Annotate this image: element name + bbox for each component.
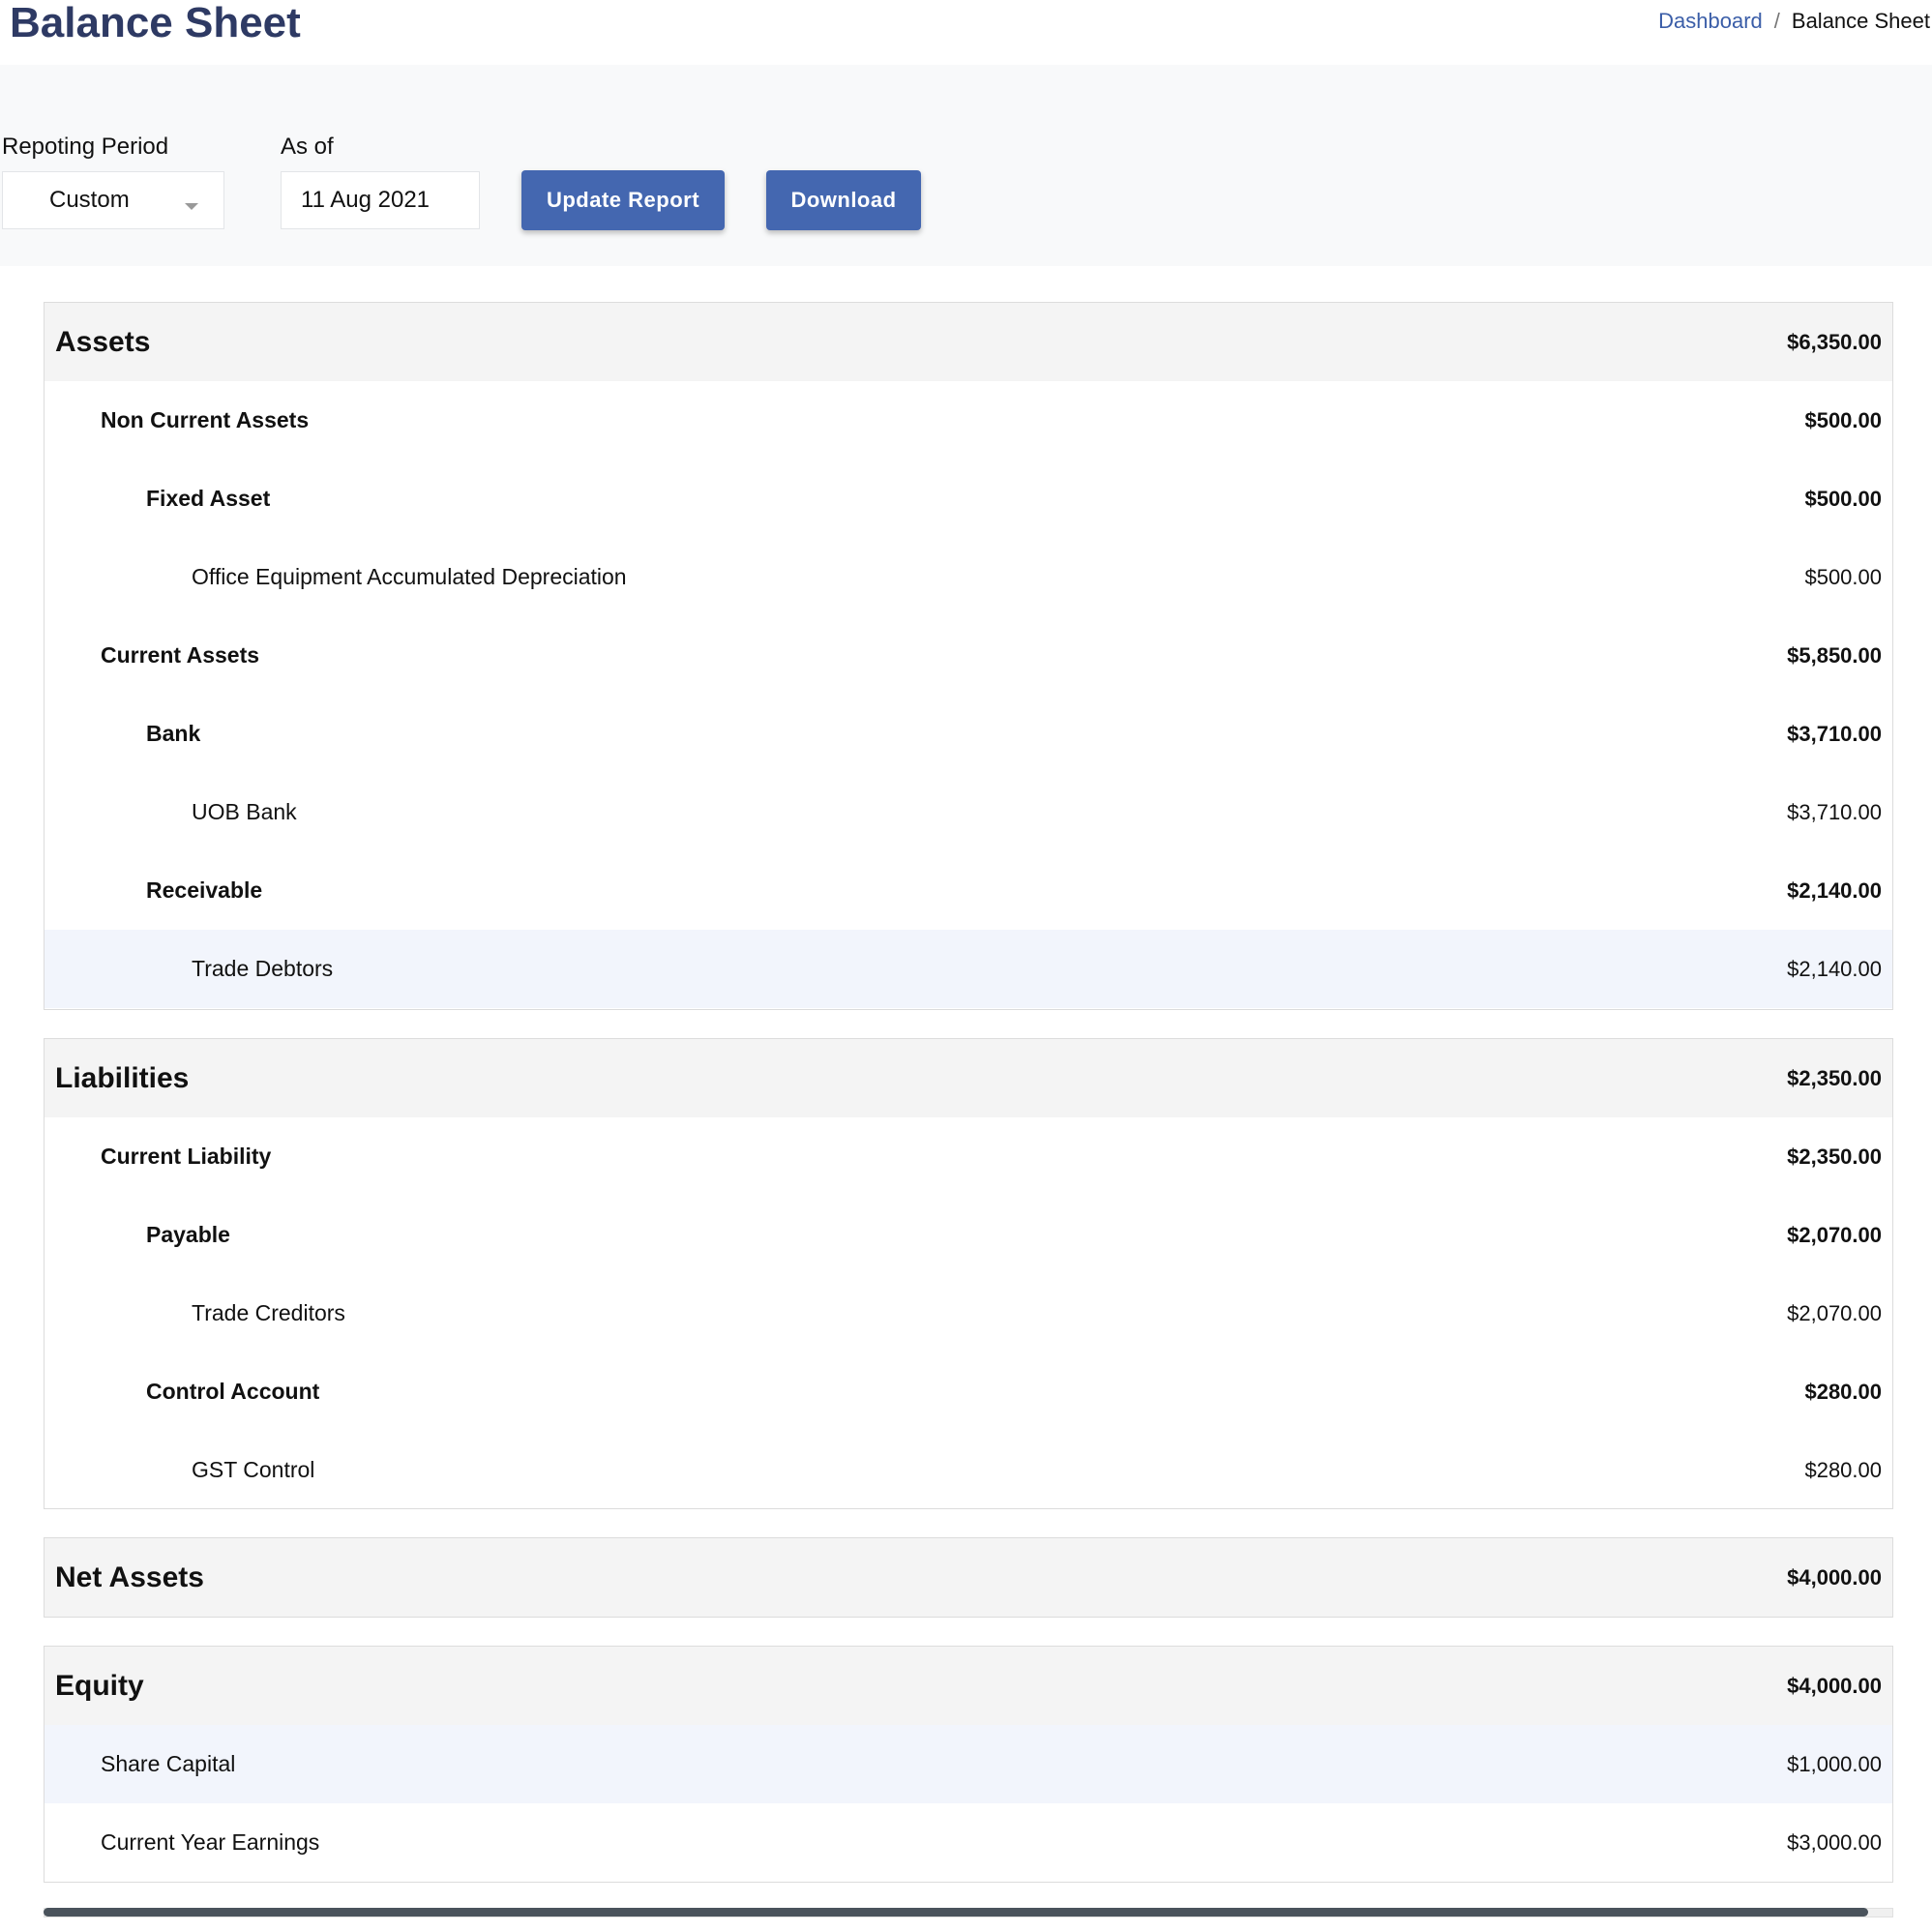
horizontal-scrollbar-thumb[interactable]	[44, 1908, 1868, 1917]
row-label: Fixed Asset	[146, 486, 271, 511]
row-amount: $500.00	[1804, 565, 1882, 589]
section-total: $6,350.00	[1787, 330, 1882, 354]
row-label: Non Current Assets	[101, 407, 310, 432]
row-label: Share Capital	[101, 1751, 236, 1776]
section-total: $2,350.00	[1787, 1066, 1882, 1090]
liabilities-section: Liabilities $2,350.00 Current Liability …	[44, 1038, 1893, 1509]
row-amount: $2,140.00	[1787, 878, 1882, 903]
row-amount: $280.00	[1804, 1380, 1882, 1404]
row-label: Current Liability	[101, 1144, 272, 1169]
assets-header-row: Assets $6,350.00	[45, 303, 1892, 381]
row-amount: $2,350.00	[1787, 1144, 1882, 1169]
row-amount: $2,140.00	[1787, 957, 1882, 981]
equity-header-row: Equity $4,000.00	[45, 1647, 1892, 1725]
table-row[interactable]: Non Current Assets $500.00	[45, 381, 1892, 460]
filter-bar: Repoting Period Custom As of 11 Aug 2021…	[0, 65, 1932, 266]
table-row[interactable]: Control Account $280.00	[45, 1352, 1892, 1431]
net-assets-header-row: Net Assets $4,000.00	[45, 1538, 1892, 1617]
net-assets-section: Net Assets $4,000.00	[44, 1537, 1893, 1618]
row-amount: $5,850.00	[1787, 643, 1882, 668]
table-row[interactable]: Share Capital $1,000.00	[45, 1725, 1892, 1803]
row-label: GST Control	[192, 1457, 315, 1482]
table-row[interactable]: GST Control $280.00	[45, 1431, 1892, 1509]
row-label: UOB Bank	[192, 799, 297, 824]
section-total: $4,000.00	[1787, 1565, 1882, 1590]
row-amount: $3,710.00	[1787, 722, 1882, 746]
breadcrumb: Dashboard / Balance Sheet	[1658, 8, 1930, 35]
page-header: Balance Sheet Dashboard / Balance Sheet	[0, 0, 1932, 65]
row-amount: $500.00	[1804, 408, 1882, 432]
as-of-date-value: 11 Aug 2021	[301, 187, 431, 213]
row-label: Trade Creditors	[192, 1300, 345, 1325]
section-title: Assets	[55, 326, 151, 358]
row-label: Current Year Earnings	[101, 1829, 320, 1855]
row-label: Office Equipment Accumulated Depreciatio…	[192, 564, 627, 589]
row-amount: $500.00	[1804, 487, 1882, 511]
row-label: Payable	[146, 1222, 230, 1247]
row-amount: $280.00	[1804, 1458, 1882, 1482]
row-amount: $3,710.00	[1787, 800, 1882, 824]
page-title: Balance Sheet	[10, 0, 301, 46]
row-amount: $2,070.00	[1787, 1223, 1882, 1247]
reporting-period-label: Repoting Period	[2, 134, 169, 160]
row-amount: $3,000.00	[1787, 1830, 1882, 1855]
table-row[interactable]: Fixed Asset $500.00	[45, 460, 1892, 538]
row-label: Bank	[146, 721, 201, 746]
row-amount: $1,000.00	[1787, 1752, 1882, 1776]
section-title: Net Assets	[55, 1561, 204, 1593]
table-row[interactable]: Payable $2,070.00	[45, 1196, 1892, 1274]
breadcrumb-dashboard-link[interactable]: Dashboard	[1658, 9, 1763, 33]
table-row[interactable]: Current Assets $5,850.00	[45, 616, 1892, 695]
section-title: Equity	[55, 1670, 144, 1702]
liabilities-header-row: Liabilities $2,350.00	[45, 1039, 1892, 1117]
row-label: Current Assets	[101, 642, 260, 668]
section-total: $4,000.00	[1787, 1674, 1882, 1698]
breadcrumb-current: Balance Sheet	[1791, 9, 1930, 33]
table-row[interactable]: Current Year Earnings $3,000.00	[45, 1803, 1892, 1882]
table-row[interactable]: Trade Debtors $2,140.00	[45, 930, 1892, 1008]
reporting-period-select[interactable]: Custom	[2, 171, 224, 229]
chevron-down-icon	[185, 203, 198, 210]
table-row[interactable]: Office Equipment Accumulated Depreciatio…	[45, 538, 1892, 616]
table-row[interactable]: Receivable $2,140.00	[45, 851, 1892, 930]
row-label: Control Account	[146, 1379, 320, 1404]
table-row[interactable]: UOB Bank $3,710.00	[45, 773, 1892, 851]
assets-section: Assets $6,350.00 Non Current Assets $500…	[44, 302, 1893, 1010]
row-label: Trade Debtors	[192, 956, 334, 981]
reporting-period-value: Custom	[49, 187, 130, 213]
download-button[interactable]: Download	[766, 170, 921, 230]
as-of-label: As of	[281, 134, 334, 160]
table-row[interactable]: Bank $3,710.00	[45, 695, 1892, 773]
equity-section: Equity $4,000.00 Share Capital $1,000.00…	[44, 1646, 1893, 1883]
section-title: Liabilities	[55, 1062, 190, 1094]
row-label: Receivable	[146, 877, 263, 903]
as-of-date-input[interactable]: 11 Aug 2021	[281, 171, 480, 229]
update-report-button[interactable]: Update Report	[521, 170, 725, 230]
table-row[interactable]: Trade Creditors $2,070.00	[45, 1274, 1892, 1352]
breadcrumb-separator: /	[1773, 9, 1780, 33]
table-row[interactable]: Current Liability $2,350.00	[45, 1117, 1892, 1196]
row-amount: $2,070.00	[1787, 1301, 1882, 1325]
